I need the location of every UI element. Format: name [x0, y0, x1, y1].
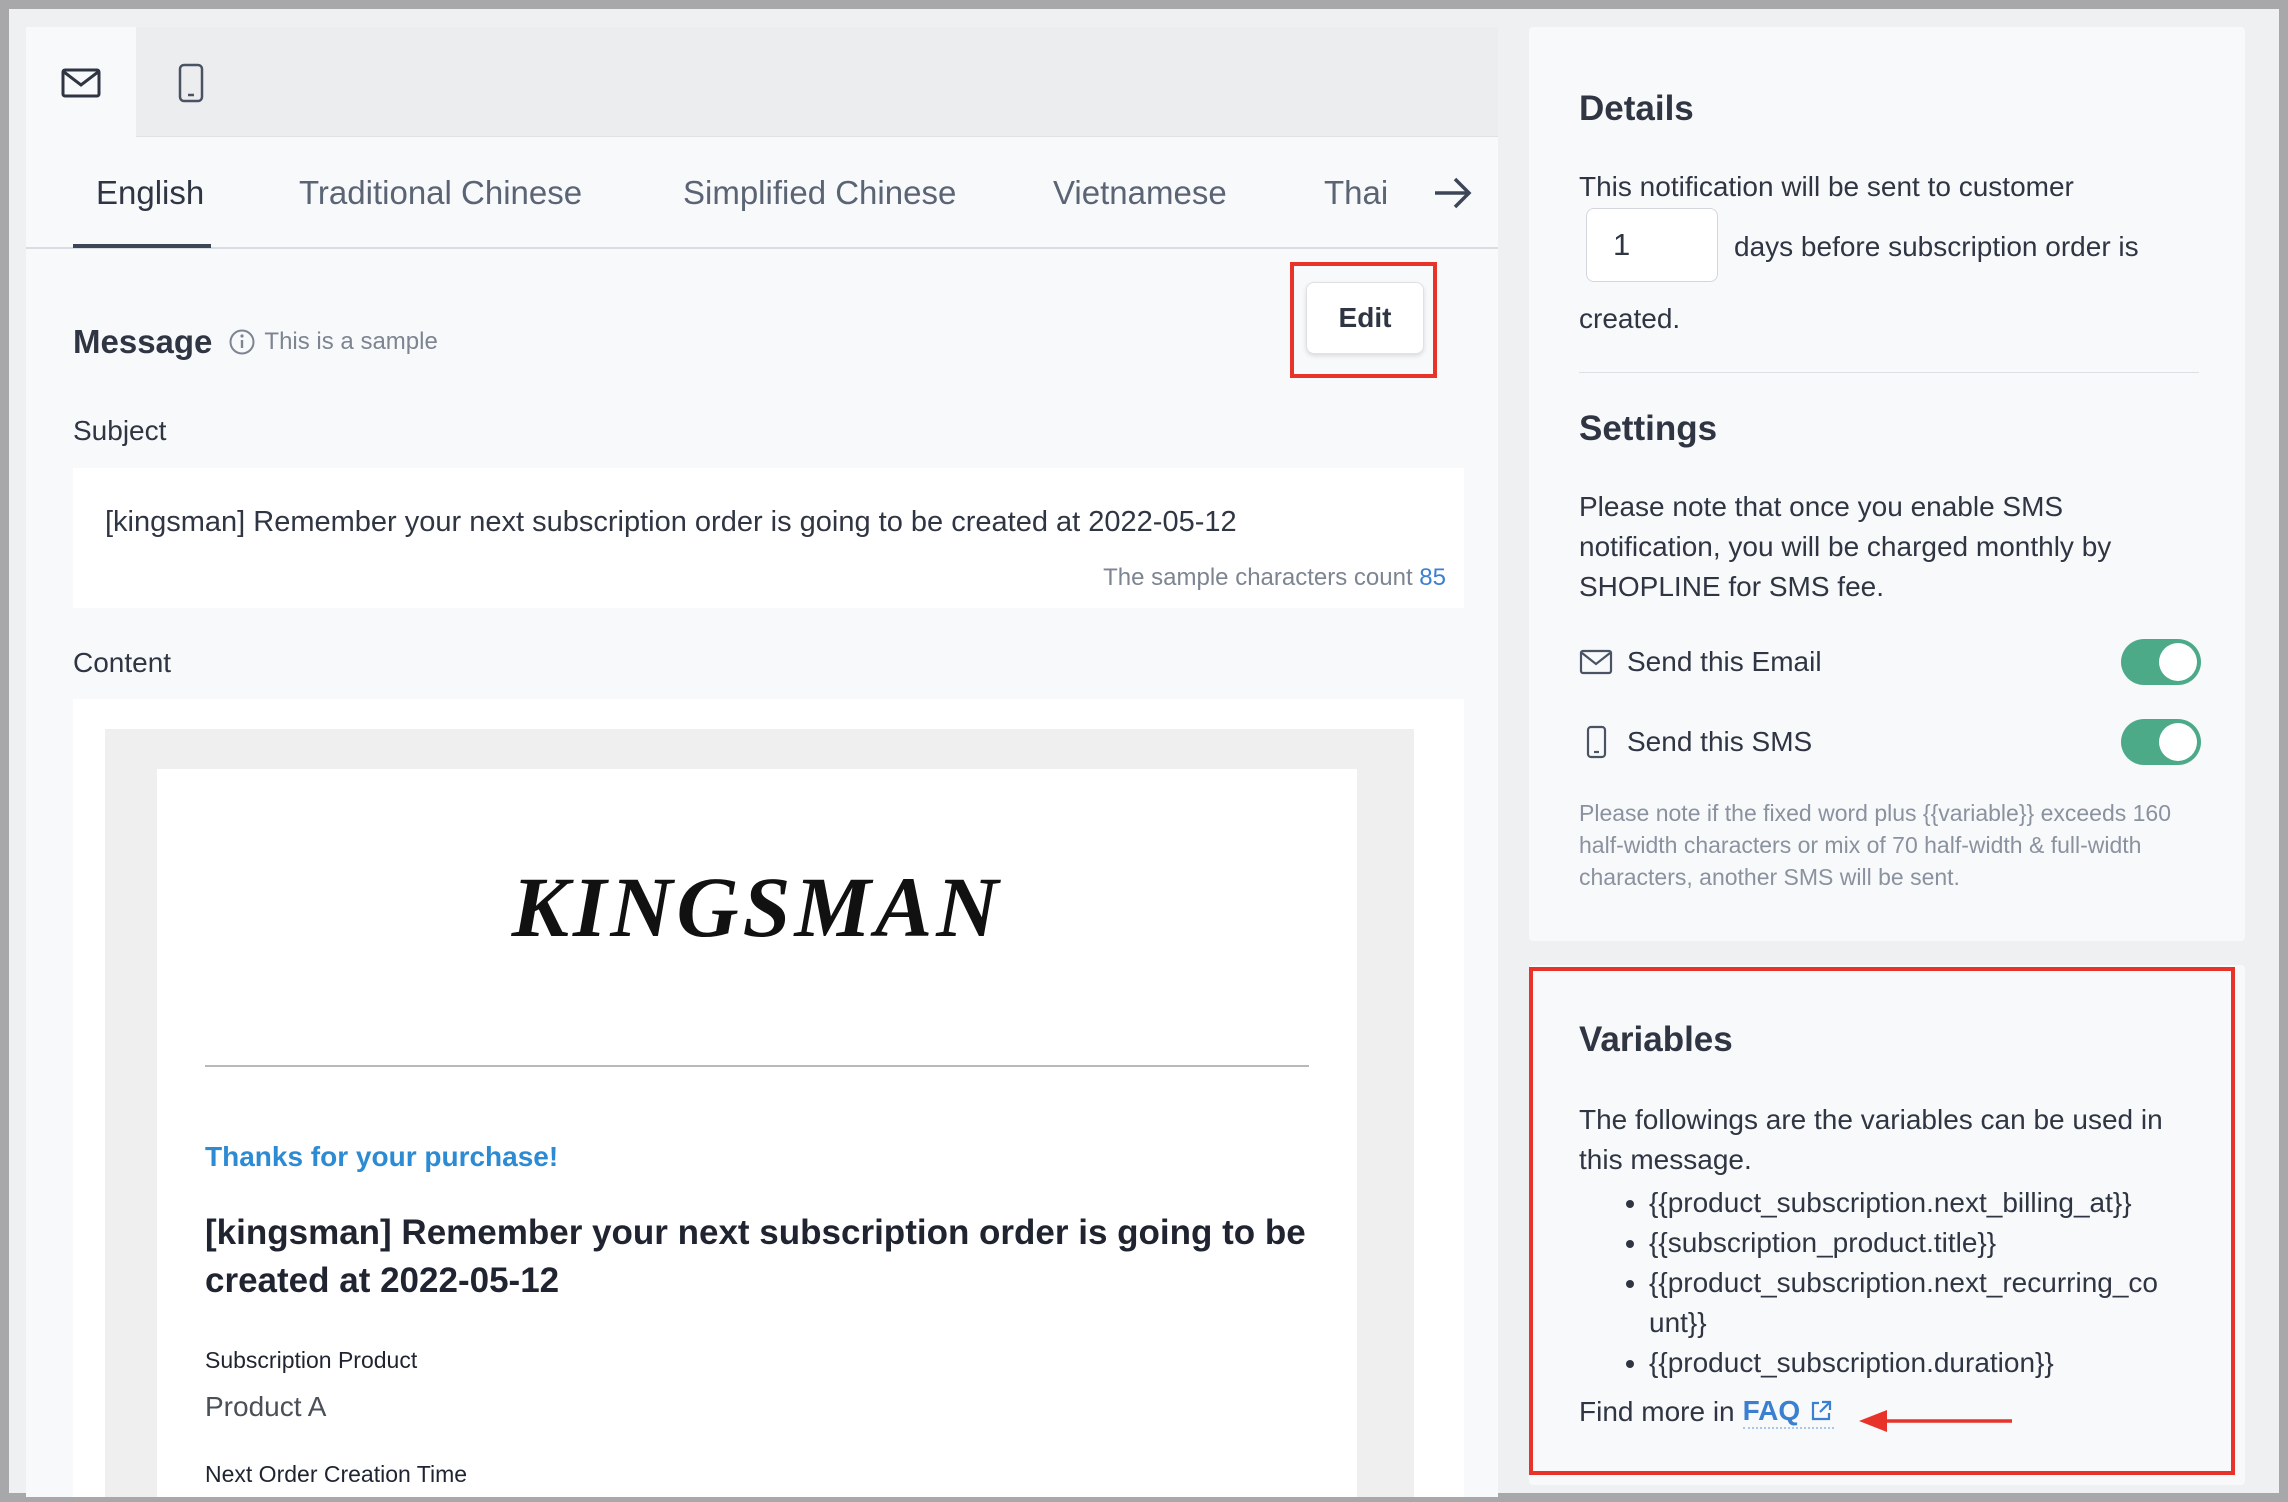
arrow-right-icon[interactable]: [1431, 173, 1475, 213]
settings-title: Settings: [1579, 409, 1718, 448]
language-tabs: English Traditional Chinese Simplified C…: [26, 137, 1498, 249]
settings-note: Please note that once you enable SMS not…: [1579, 491, 2112, 602]
envelope-icon: [61, 68, 101, 97]
info-icon: [229, 329, 255, 355]
send-email-toggle[interactable]: [2121, 639, 2201, 685]
email-toggle-row: Send this Email: [1579, 637, 2201, 687]
tab-thai[interactable]: Thai: [1324, 137, 1388, 249]
email-preview: KINGSMAN Thanks for your purchase! [king…: [157, 769, 1357, 1497]
sms-note: Please note if the fixed word plus {{var…: [1579, 800, 2172, 890]
message-title: Message: [73, 323, 213, 360]
tab-simplified-chinese[interactable]: Simplified Chinese: [683, 137, 956, 249]
email-thanks: Thanks for your purchase!: [205, 1141, 559, 1172]
section-divider: [1579, 372, 2199, 373]
send-sms-toggle[interactable]: [2121, 719, 2201, 765]
days-before-input[interactable]: [1586, 208, 1718, 282]
sms-toggle-row: Send this SMS: [1579, 717, 2201, 767]
message-header: Message This is a sample: [73, 317, 438, 367]
channel-tabs: [26, 27, 1498, 138]
email-preview-background: KINGSMAN Thanks for your purchase! [king…: [105, 729, 1414, 1497]
subscription-product-value: Product A: [205, 1391, 327, 1422]
subject-label: Subject: [73, 415, 167, 446]
email-divider: [205, 1065, 1309, 1067]
content-label: Content: [73, 647, 172, 678]
next-order-label: Next Order Creation Time: [205, 1461, 468, 1487]
send-email-label: Send this Email: [1627, 646, 1822, 677]
content-preview: KINGSMAN Thanks for your purchase! [king…: [73, 699, 1464, 1497]
send-sms-label: Send this SMS: [1627, 726, 1813, 757]
details-text-before: This notification will be sent to custom…: [1579, 171, 2074, 202]
details-title: Details: [1579, 89, 1694, 128]
character-count-label: The sample characters count: [1103, 564, 1413, 591]
email-heading: [kingsman] Remember your next subscripti…: [205, 1213, 1306, 1300]
tab-english[interactable]: English: [96, 137, 204, 249]
tab-traditional-chinese[interactable]: Traditional Chinese: [299, 137, 582, 249]
details-text-after: days before subscription order is: [1734, 231, 2139, 262]
subject-text: [kingsman] Remember your next subscripti…: [105, 506, 1237, 538]
brand-logo: KINGSMAN: [511, 859, 1003, 955]
subscription-product-label: Subscription Product: [205, 1347, 418, 1373]
mobile-phone-icon: [178, 63, 204, 102]
sample-indicator: This is a sample: [228, 328, 438, 356]
character-count: The sample characters count 85: [1103, 564, 1446, 592]
envelope-icon: [1579, 649, 1613, 675]
variables-highlight-box: [1529, 967, 2235, 1475]
message-editor-panel: English Traditional Chinese Simplified C…: [26, 27, 1498, 1497]
toggle-knob: [2159, 723, 2197, 761]
details-settings-card: Details This notification will be sent t…: [1529, 27, 2245, 941]
tab-vietnamese[interactable]: Vietnamese: [1053, 137, 1227, 249]
character-count-value: 85: [1419, 564, 1446, 591]
subject-preview: [kingsman] Remember your next subscripti…: [73, 468, 1464, 608]
active-tab-indicator: [73, 244, 211, 248]
annotation-arrow-icon: [1859, 1410, 2012, 1432]
tab-email[interactable]: [26, 27, 136, 138]
tab-sms[interactable]: [136, 27, 246, 138]
sample-note: This is a sample: [264, 328, 438, 355]
details-text-end: created.: [1579, 303, 1681, 334]
mobile-phone-icon: [1586, 725, 1607, 759]
edit-button[interactable]: Edit: [1306, 282, 1424, 354]
toggle-knob: [2159, 643, 2197, 681]
